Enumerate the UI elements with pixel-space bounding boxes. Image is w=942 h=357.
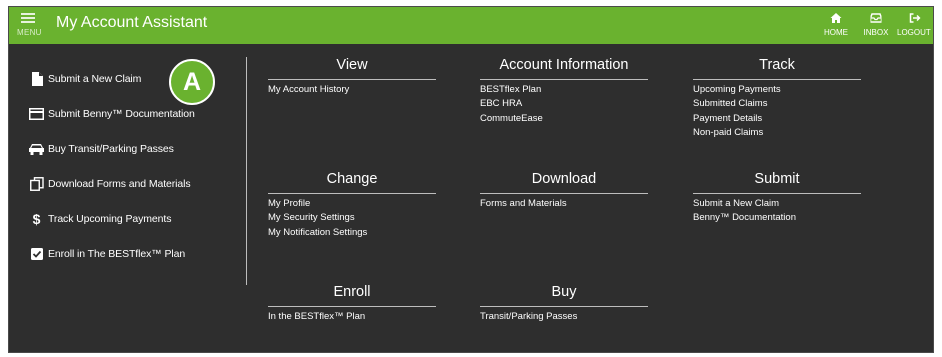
top-nav: HOME INBOX LOGOUT bbox=[815, 7, 933, 44]
section-account-information: Account Information BESTflex Plan EBC HR… bbox=[480, 57, 648, 126]
section-change: Change My Profile My Security Settings M… bbox=[268, 171, 436, 240]
menu-button[interactable]: MENU bbox=[17, 11, 43, 41]
link-commuteease[interactable]: CommuteEase bbox=[480, 112, 648, 126]
link-non-paid-claims[interactable]: Non-paid Claims bbox=[693, 126, 861, 140]
inbox-button[interactable]: INBOX bbox=[855, 7, 897, 44]
section-title: Change bbox=[326, 171, 378, 187]
link-ebc-hra[interactable]: EBC HRA bbox=[480, 97, 648, 111]
section-track: Track Upcoming Payments Submitted Claims… bbox=[693, 57, 861, 140]
inbox-label: INBOX bbox=[863, 28, 889, 37]
logout-button[interactable]: LOGOUT bbox=[895, 7, 933, 44]
link-enroll-bestflex[interactable]: In the BESTflex™ Plan bbox=[268, 310, 436, 324]
logout-icon bbox=[909, 13, 921, 26]
app-frame: MENU My Account Assistant HOME INBOX LOG… bbox=[8, 6, 934, 353]
section-title: Enroll bbox=[333, 284, 371, 300]
dollar-icon: $ bbox=[32, 211, 41, 227]
top-bar: MENU My Account Assistant HOME INBOX LOG… bbox=[9, 7, 933, 44]
car-icon bbox=[29, 142, 44, 157]
home-button[interactable]: HOME bbox=[815, 7, 857, 44]
link-benny-documentation[interactable]: Benny™ Documentation bbox=[693, 211, 861, 225]
link-transit-parking[interactable]: Transit/Parking Passes bbox=[480, 310, 648, 324]
link-payment-details[interactable]: Payment Details bbox=[693, 112, 861, 126]
checkbox-icon bbox=[29, 247, 44, 262]
link-notification-settings[interactable]: My Notification Settings bbox=[268, 226, 436, 240]
sidebar-item-label: Download Forms and Materials bbox=[48, 178, 191, 190]
section-buy: Buy Transit/Parking Passes bbox=[480, 284, 648, 324]
section-title: View bbox=[336, 57, 368, 73]
document-icon bbox=[29, 72, 44, 87]
sidebar-item-download-forms[interactable]: Download Forms and Materials bbox=[29, 176, 191, 192]
sidebar-item-label: Track Upcoming Payments bbox=[48, 213, 172, 225]
app-title: My Account Assistant bbox=[56, 14, 208, 31]
sidebar-item-label: Enroll in The BESTflex™ Plan bbox=[48, 248, 186, 260]
menu-label: MENU bbox=[17, 28, 42, 37]
inbox-icon bbox=[869, 13, 883, 26]
sidebar-item-submit-claim[interactable]: Submit a New Claim bbox=[29, 71, 141, 87]
sidebar-item-buy-passes[interactable]: Buy Transit/Parking Passes bbox=[29, 141, 174, 157]
section-view: View My Account History bbox=[268, 57, 436, 97]
section-title: Account Information bbox=[499, 57, 629, 73]
section-title: Download bbox=[531, 171, 597, 187]
link-submitted-claims[interactable]: Submitted Claims bbox=[693, 97, 861, 111]
sidebar-item-benny-documentation[interactable]: Submit Benny™ Documentation bbox=[29, 106, 195, 122]
link-submit-new-claim[interactable]: Submit a New Claim bbox=[693, 197, 861, 211]
callout-badge: A bbox=[169, 59, 215, 105]
hamburger-icon bbox=[21, 13, 35, 15]
sidebar-item-enroll[interactable]: Enroll in The BESTflex™ Plan bbox=[29, 246, 185, 262]
link-bestflex-plan[interactable]: BESTflex Plan bbox=[480, 83, 648, 97]
section-divider bbox=[268, 193, 436, 194]
section-divider bbox=[268, 306, 436, 307]
section-divider bbox=[693, 193, 861, 194]
link-security-settings[interactable]: My Security Settings bbox=[268, 211, 436, 225]
vertical-divider bbox=[246, 57, 247, 285]
section-divider bbox=[480, 79, 648, 80]
logout-label: LOGOUT bbox=[897, 28, 931, 37]
section-enroll: Enroll In the BESTflex™ Plan bbox=[268, 284, 436, 324]
card-icon bbox=[29, 107, 44, 122]
sidebar-item-label: Submit a New Claim bbox=[48, 73, 142, 85]
sidebar-item-track-payments[interactable]: $ Track Upcoming Payments bbox=[29, 211, 172, 227]
section-download: Download Forms and Materials bbox=[480, 171, 648, 211]
link-account-history[interactable]: My Account History bbox=[268, 83, 436, 97]
section-divider bbox=[693, 79, 861, 80]
section-divider bbox=[480, 306, 648, 307]
section-divider bbox=[268, 79, 436, 80]
link-forms-materials[interactable]: Forms and Materials bbox=[480, 197, 648, 211]
section-title: Buy bbox=[551, 284, 577, 300]
section-divider bbox=[480, 193, 648, 194]
home-label: HOME bbox=[824, 28, 848, 37]
home-icon bbox=[830, 13, 842, 26]
sidebar-item-label: Submit Benny™ Documentation bbox=[48, 108, 195, 120]
copy-icon bbox=[29, 177, 44, 192]
section-title: Submit bbox=[754, 171, 800, 187]
section-submit: Submit Submit a New Claim Benny™ Documen… bbox=[693, 171, 861, 226]
link-my-profile[interactable]: My Profile bbox=[268, 197, 436, 211]
section-title: Track bbox=[759, 57, 795, 73]
sidebar-item-label: Buy Transit/Parking Passes bbox=[48, 143, 174, 155]
link-upcoming-payments[interactable]: Upcoming Payments bbox=[693, 83, 861, 97]
